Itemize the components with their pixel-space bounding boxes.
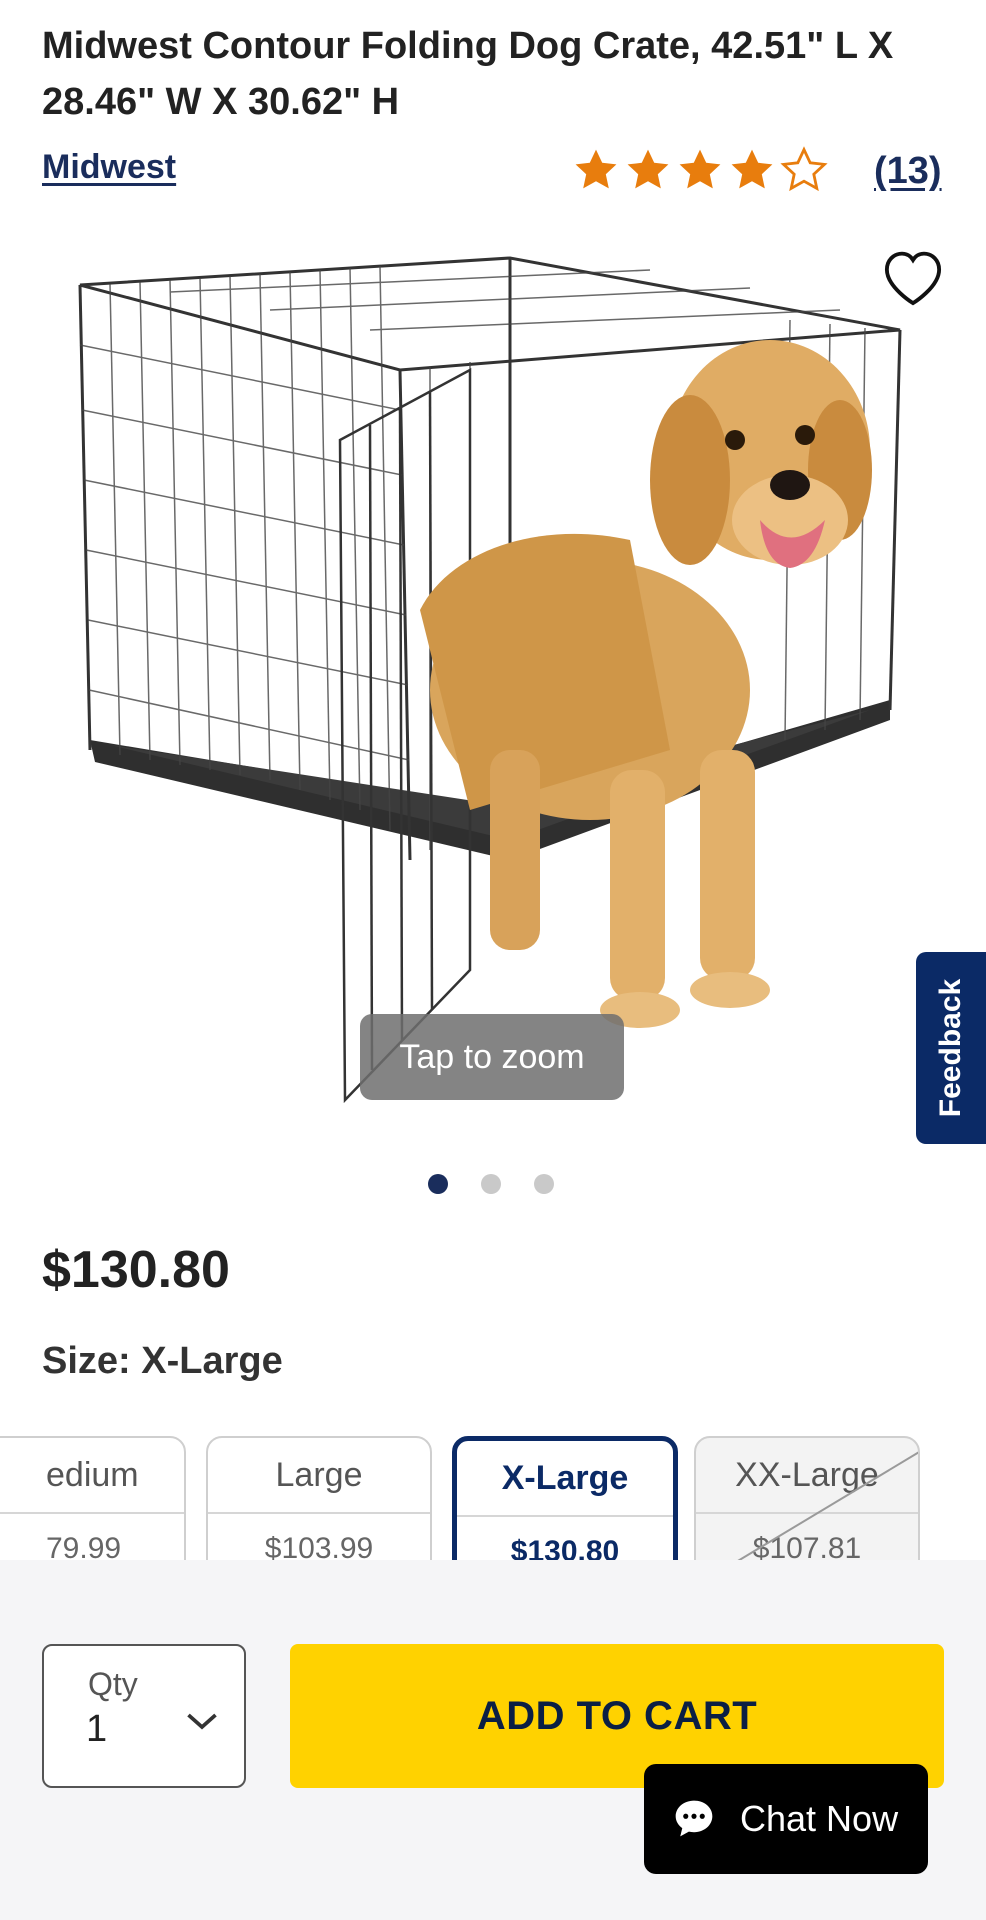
size-option-name: X-Large bbox=[457, 1441, 673, 1517]
carousel-dot-2[interactable] bbox=[481, 1174, 501, 1194]
size-option-xx-large[interactable]: XX-Large $107.81 bbox=[694, 1436, 920, 1560]
brand-link[interactable]: Midwest bbox=[42, 148, 176, 187]
star-empty-icon bbox=[780, 146, 828, 192]
image-carousel-dots[interactable] bbox=[428, 1174, 587, 1194]
feedback-label: Feedback bbox=[934, 978, 967, 1118]
size-option-price: $107.81 bbox=[752, 1532, 862, 1560]
size-option-price: 79.99 bbox=[46, 1532, 122, 1560]
selected-size-label: Size: X-Large bbox=[42, 1340, 283, 1382]
star-filled-icon bbox=[575, 149, 617, 189]
size-option-name: Large bbox=[208, 1438, 430, 1514]
chat-bubble-icon bbox=[675, 1800, 713, 1837]
product-image[interactable] bbox=[70, 250, 910, 1120]
size-option-medium[interactable]: edium 79.99 bbox=[0, 1436, 186, 1560]
star-filled-icon bbox=[731, 149, 773, 189]
product-price: $130.80 bbox=[42, 1241, 230, 1299]
star-rating[interactable] bbox=[572, 146, 832, 194]
qty-value: 1 bbox=[86, 1708, 108, 1750]
qty-label: Qty bbox=[88, 1666, 138, 1702]
product-title: Midwest Contour Folding Dog Crate, 42.51… bbox=[42, 25, 894, 123]
size-option-name: edium bbox=[0, 1438, 184, 1514]
carousel-dot-3[interactable] bbox=[534, 1174, 554, 1194]
size-option-large[interactable]: Large $103.99 bbox=[206, 1436, 432, 1560]
size-option-price: $130.80 bbox=[510, 1535, 620, 1560]
size-option-price: $103.99 bbox=[264, 1532, 374, 1560]
star-filled-icon bbox=[679, 149, 721, 189]
chat-now-label: Chat Now bbox=[740, 1798, 899, 1839]
size-options: edium 79.99 Large $103.99 X-Large $130.8… bbox=[0, 1436, 986, 1560]
carousel-dot-1[interactable] bbox=[428, 1174, 448, 1194]
star-filled-icon bbox=[627, 149, 669, 189]
chevron-down-icon bbox=[187, 1713, 217, 1730]
quantity-select[interactable]: Qty 1 bbox=[42, 1644, 246, 1788]
feedback-tab[interactable]: Feedback bbox=[916, 952, 986, 1144]
size-option-name: XX-Large bbox=[696, 1438, 918, 1514]
chat-now-button[interactable]: Chat Now bbox=[644, 1764, 928, 1874]
golden-retriever bbox=[420, 340, 872, 1028]
size-option-x-large[interactable]: X-Large $130.80 bbox=[452, 1436, 678, 1560]
review-count-link[interactable]: (13) bbox=[874, 150, 942, 193]
tap-to-zoom-label[interactable]: Tap to zoom bbox=[360, 1014, 624, 1100]
